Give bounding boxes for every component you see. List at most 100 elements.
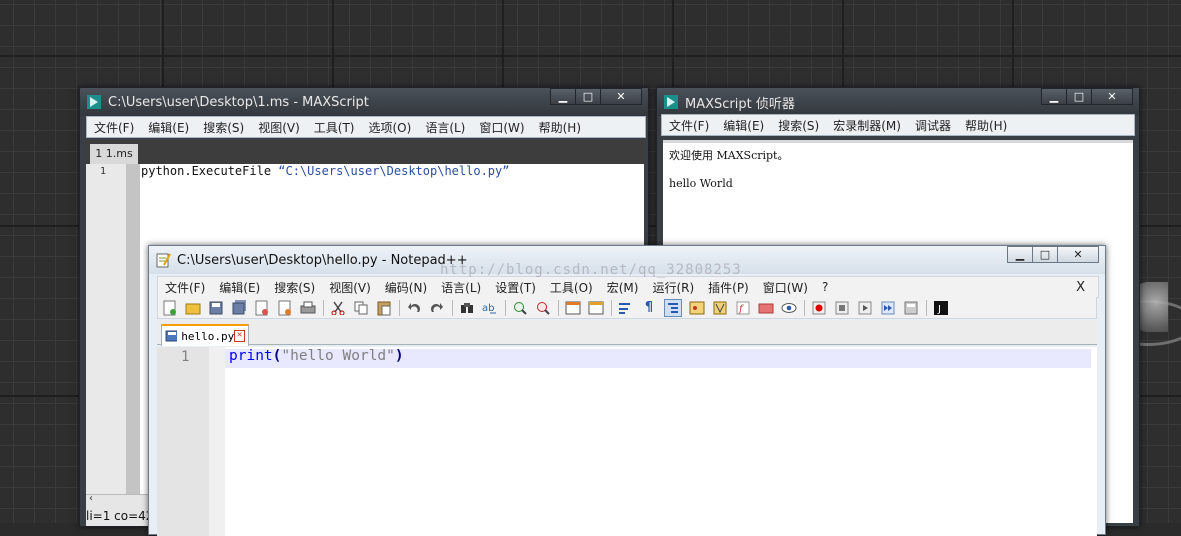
open-file-icon[interactable] [185,300,201,316]
menu-search[interactable]: 搜索(S) [196,119,251,136]
minimize-button[interactable]: ▁ [550,88,576,105]
monitor-icon[interactable] [781,300,797,316]
print-icon[interactable] [300,300,316,316]
line-number-gutter [157,347,209,536]
line-number: 1 [181,349,190,365]
close-button[interactable]: ✕ [600,88,642,105]
menu-file[interactable]: 文件(F) [158,279,212,296]
maxscript-app-icon [87,95,101,109]
maxscript-menubar: 文件(F) 编辑(E) 搜索(S) 视图(V) 工具(T) 选项(O) 语言(L… [86,116,646,138]
maxscript-tabstrip: 1 1.ms [86,140,644,164]
line-number: 1 [100,166,107,177]
maximize-button[interactable]: □ [1066,88,1092,105]
code-line: python.ExecuteFile “C:\Users\user\Deskto… [141,164,509,178]
new-file-icon[interactable] [162,300,178,316]
record-macro-icon[interactable] [811,300,827,316]
document-map-icon[interactable] [712,300,728,316]
tab-hello-py[interactable]: hello.py ✕ [161,324,249,346]
function-list-icon[interactable]: f [735,300,751,316]
menu-edit[interactable]: 编辑(E) [141,119,196,136]
menu-view[interactable]: 视图(V) [322,279,378,296]
menu-file[interactable]: 文件(F) [87,119,141,136]
menu-edit[interactable]: 编辑(E) [716,117,771,134]
svg-text:ab: ab [482,303,494,314]
menu-window[interactable]: 窗口(W) [756,279,815,296]
replace-icon[interactable]: ab [482,300,498,316]
notepad-app-icon [156,253,171,268]
sync-vertical-icon[interactable] [565,300,581,316]
sync-horizontal-icon[interactable] [588,300,604,316]
folder-workspace-icon[interactable] [758,300,774,316]
menu-plugins[interactable]: 插件(P) [701,279,756,296]
tab-label: hello.py [181,329,235,343]
menu-run[interactable]: 运行(R) [645,279,701,296]
show-all-chars-icon[interactable]: ¶ [641,300,657,316]
notepad-plus-plus-window: C:\Users\user\Desktop\hello.py - Notepad… [148,245,1106,536]
indent-guide-icon[interactable] [664,298,682,317]
menu-edit[interactable]: 编辑(E) [212,279,267,296]
close-all-icon[interactable] [277,300,293,316]
line-number-gutter [86,164,126,494]
code-function: python.ExecuteFile [141,164,279,178]
menu-language[interactable]: 语言(L) [418,119,472,136]
menu-help[interactable]: 帮助(H) [958,117,1014,134]
close-file-icon[interactable] [254,300,270,316]
minimize-button[interactable]: ▁ [1041,88,1067,105]
fold-margin [209,347,225,536]
stop-macro-icon[interactable] [834,300,850,316]
toolbar-separator [611,299,612,316]
save-icon[interactable] [208,300,224,316]
code-string: “C:\Users\user\Desktop\hello.py” [278,164,510,178]
zoom-in-icon[interactable] [512,300,528,316]
maxscript-titlebar[interactable]: C:\Users\user\Desktop\1.ms - MAXScript ▁… [80,88,648,116]
output-line: hello World [669,177,733,190]
minimize-button[interactable]: ▁ [1007,246,1033,263]
menu-file[interactable]: 文件(F) [662,117,716,134]
redo-icon[interactable] [429,300,445,316]
close-button[interactable]: ✕ [1057,246,1099,263]
menu-settings[interactable]: 设置(T) [488,279,543,296]
notepad-menubar: 文件(F) 编辑(E) 搜索(S) 视图(V) 编码(N) 语言(L) 设置(T… [157,276,1099,298]
maximize-button[interactable]: □ [1032,246,1058,263]
toolbar-separator [323,299,324,316]
tab-close-icon[interactable]: ✕ [234,330,245,342]
play-macro-icon[interactable] [857,300,873,316]
menu-debugger[interactable]: 调试器 [908,117,958,134]
save-macro-icon[interactable] [903,300,919,316]
menu-tools[interactable]: 工具(T) [307,119,362,136]
listener-titlebar[interactable]: MAXScript 侦听器 ▁ □ ✕ [657,88,1139,116]
menu-macro-recorder[interactable]: 宏录制器(M) [826,117,908,134]
menu-search[interactable]: 搜索(S) [771,117,826,134]
menu-search[interactable]: 搜索(S) [267,279,322,296]
close-document-button[interactable]: X [1069,280,1092,295]
menu-macro[interactable]: 宏(M) [600,279,646,296]
menu-language[interactable]: 语言(L) [434,279,488,296]
maximize-button[interactable]: □ [575,88,601,105]
cut-icon[interactable] [330,300,346,316]
tab-1ms[interactable]: 1 1.ms [90,144,138,164]
menu-encoding[interactable]: 编码(N) [378,279,434,296]
close-button[interactable]: ✕ [1091,88,1133,105]
menu-tools[interactable]: 工具(O) [543,279,600,296]
menu-about[interactable]: ? [815,280,835,294]
run-macro-multiple-icon[interactable] [880,300,896,316]
notepad-code-editor[interactable]: 1 print("hello World") [157,347,1097,536]
menu-window[interactable]: 窗口(W) [472,119,531,136]
save-all-icon[interactable] [231,300,247,316]
user-defined-language-icon[interactable] [689,300,705,316]
scroll-left-icon[interactable]: ‹ [89,493,93,504]
listener-menubar: 文件(F) 编辑(E) 搜索(S) 宏录制器(M) 调试器 帮助(H) [661,114,1135,136]
margin-bar [126,164,140,494]
menu-options[interactable]: 选项(O) [362,119,419,136]
find-icon[interactable] [459,300,475,316]
plugin-j-icon[interactable]: J [933,300,949,316]
copy-icon[interactable] [353,300,369,316]
menu-view[interactable]: 视图(V) [251,119,307,136]
zoom-out-icon[interactable] [535,300,551,316]
maxscript-title: C:\Users\user\Desktop\1.ms - MAXScript [108,94,369,110]
undo-icon[interactable] [406,300,422,316]
menu-help[interactable]: 帮助(H) [532,119,588,136]
paste-icon[interactable] [376,300,392,316]
word-wrap-icon[interactable] [618,300,634,316]
